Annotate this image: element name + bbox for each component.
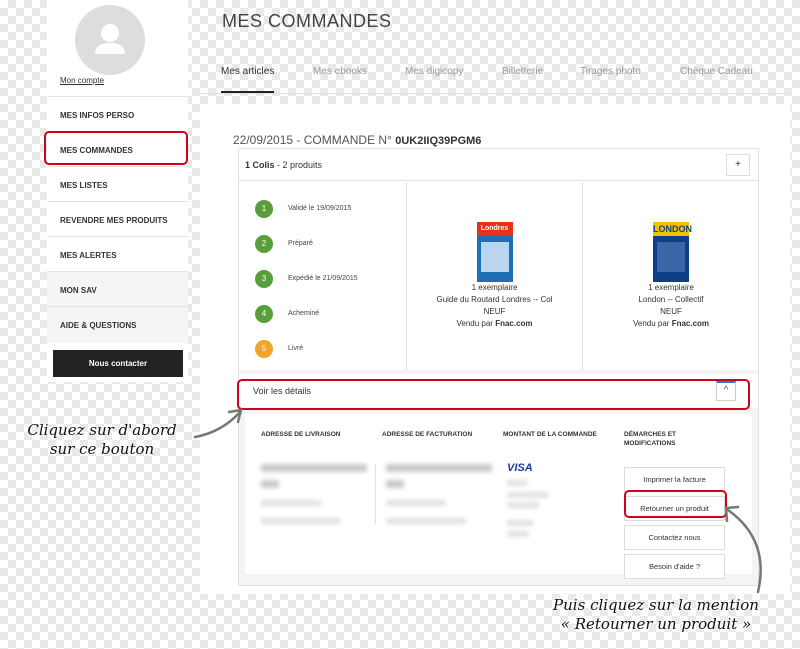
annotation-line: « Retourner un produit »: [560, 615, 752, 633]
annotation-first-step: Cliquez sur d'abord sur ce bouton: [4, 421, 200, 459]
arrow-icon: [193, 408, 762, 594]
annotation-arrows: [193, 408, 762, 594]
annotation-line: sur ce bouton: [49, 440, 155, 458]
annotation-line: Cliquez sur d'abord: [27, 421, 177, 439]
annotation-line: Puis cliquez sur la mention: [553, 596, 759, 614]
annotation-second-step: Puis cliquez sur la mention « Retourner …: [516, 596, 796, 634]
